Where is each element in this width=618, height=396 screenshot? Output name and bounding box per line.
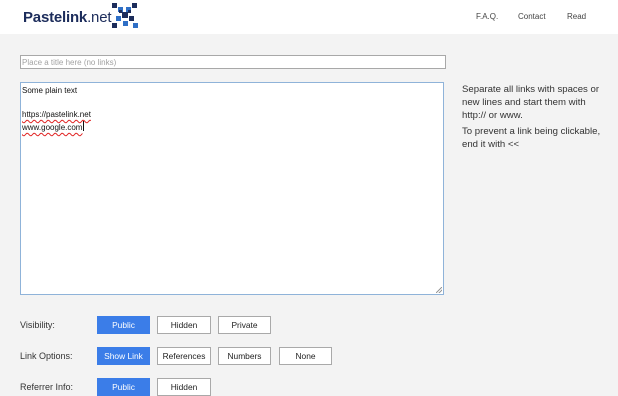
referrer-hidden-button[interactable]: Hidden [157, 378, 211, 396]
referrer-public-button[interactable]: Public [97, 378, 150, 396]
logo-icon [112, 3, 138, 28]
link-option-references-button[interactable]: References [157, 347, 211, 365]
referrer-info-label: Referrer Info: [20, 382, 74, 392]
link-option-show-link-button[interactable]: Show Link [97, 347, 150, 365]
visibility-private-button[interactable]: Private [218, 316, 271, 334]
links-textarea[interactable]: Some plain text https://pastelink.net ww… [20, 82, 444, 295]
nav-link-contact[interactable]: Contact [518, 12, 546, 21]
textarea-line: https://pastelink.net [22, 110, 91, 119]
textarea-line [22, 97, 442, 109]
visibility-public-button[interactable]: Public [97, 316, 150, 334]
link-option-none-button[interactable]: None [279, 347, 332, 365]
site-logo[interactable]: Pastelink.net [23, 9, 112, 26]
help-text-links: Separate all links with spaces or new li… [462, 84, 600, 121]
text-caret [83, 121, 85, 131]
help-text-unclickable: To prevent a link being clickable, end i… [462, 126, 601, 150]
help-text: Separate all links with spaces or new li… [462, 83, 612, 154]
logo-name: Pastelink [23, 9, 88, 26]
link-option-numbers-button[interactable]: Numbers [218, 347, 271, 365]
textarea-line: www.google.com [22, 123, 83, 132]
visibility-hidden-button[interactable]: Hidden [157, 316, 211, 334]
resize-handle-icon[interactable] [436, 287, 442, 293]
link-options-label: Link Options: [20, 351, 73, 361]
title-input[interactable] [20, 55, 446, 69]
nav-link-faq[interactable]: F.A.Q. [476, 12, 498, 21]
visibility-label: Visibility: [20, 320, 55, 330]
nav-link-read[interactable]: Read [567, 12, 586, 21]
logo-suffix: .net [87, 9, 112, 26]
site-header: Pastelink.net F.A.Q. Contact Read [0, 0, 618, 34]
textarea-line: Some plain text [22, 86, 78, 95]
